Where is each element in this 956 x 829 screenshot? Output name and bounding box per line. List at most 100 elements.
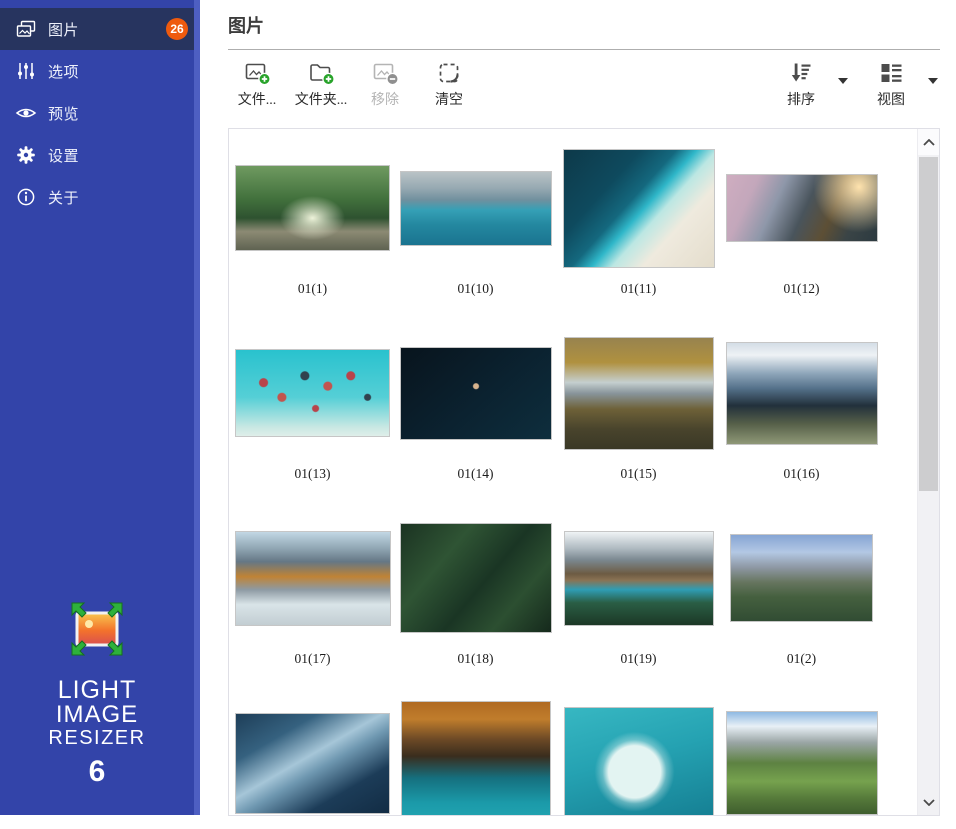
thumbnail-image[interactable] xyxy=(400,523,552,633)
thumbnail-image[interactable] xyxy=(400,171,552,246)
gallery-item[interactable]: 01(11) xyxy=(557,144,720,329)
thumbnail-image[interactable] xyxy=(730,534,873,622)
remove-button: 移除 xyxy=(356,59,414,109)
thumbnail-caption: 01(12) xyxy=(784,281,820,297)
scrollbar-thumb[interactable] xyxy=(919,157,938,491)
sidebar-nav: 图片 26 选项预览设置关于 xyxy=(0,0,200,218)
app-logo: LIGHT IMAGE RESIZER 6 xyxy=(0,600,194,789)
thumbnail-area xyxy=(394,144,557,272)
thumbnail-image[interactable] xyxy=(726,711,878,815)
thumbnail-image[interactable] xyxy=(563,149,715,268)
thumbnail-caption: 01(18) xyxy=(458,651,494,667)
gallery-item[interactable] xyxy=(394,699,557,816)
thumbnail-area xyxy=(557,514,720,642)
thumbnail-area xyxy=(394,329,557,457)
gallery-item[interactable]: 01(1) xyxy=(231,144,394,329)
scrollbar[interactable] xyxy=(917,129,939,815)
toolbar: 文件... 文件夹... 移除 清空 排序视图 xyxy=(228,59,940,111)
thumbnail-caption: 01(1) xyxy=(298,281,327,297)
gallery-item[interactable]: 01(2) xyxy=(720,514,883,699)
sidebar-item-options[interactable]: 选项 xyxy=(0,50,200,92)
thumbnail-area xyxy=(394,514,557,642)
add-folder-button[interactable]: 文件夹... xyxy=(292,59,350,109)
thumbnail-area xyxy=(720,144,883,272)
gallery-item[interactable]: 01(15) xyxy=(557,329,720,514)
scroll-up-button[interactable] xyxy=(918,129,939,155)
add-files-button[interactable]: 文件... xyxy=(228,59,286,109)
thumbnail-caption: 01(16) xyxy=(784,466,820,482)
thumbnail-area xyxy=(557,144,720,272)
gallery-item[interactable] xyxy=(720,699,883,816)
logo-text-light: LIGHT xyxy=(0,677,194,703)
gallery-item[interactable]: 01(12) xyxy=(720,144,883,329)
gallery-item[interactable]: 01(14) xyxy=(394,329,557,514)
gallery-item[interactable]: 01(13) xyxy=(231,329,394,514)
sort-icon xyxy=(788,59,814,87)
sort-dropdown-caret[interactable] xyxy=(838,71,848,89)
gallery-grid: 01(1) 01(10) 01(11) 01(12) 01(13) 01(14) 01(15… xyxy=(229,129,913,816)
thumbnail-area xyxy=(720,329,883,457)
thumbnail-caption: 01(11) xyxy=(621,281,657,297)
thumbnail-area xyxy=(720,699,883,816)
thumbnail-image[interactable] xyxy=(564,707,714,816)
sidebar-item-about[interactable]: 关于 xyxy=(0,176,200,218)
sidebar-item-label: 预览 xyxy=(48,103,79,124)
thumbnail-image[interactable] xyxy=(235,349,390,437)
thumbnail-image[interactable] xyxy=(564,531,714,626)
resizer-logo-icon xyxy=(65,600,129,663)
thumbnail-area xyxy=(231,514,394,642)
logo-text-resizer: RESIZER xyxy=(0,728,194,749)
image-count-badge: 26 xyxy=(166,18,188,40)
gear-icon xyxy=(14,144,38,166)
info-icon xyxy=(14,186,38,208)
logo-version: 6 xyxy=(0,755,194,789)
thumbnail-image[interactable] xyxy=(726,342,878,445)
sort-button[interactable]: 排序 xyxy=(772,59,830,109)
add-folder-button-label: 文件夹... xyxy=(295,89,348,109)
gallery-item[interactable] xyxy=(557,699,720,816)
sidebar: 图片 26 选项预览设置关于 xyxy=(0,0,200,815)
thumbnail-image[interactable] xyxy=(400,347,552,440)
add-folder-icon xyxy=(308,59,335,87)
clear-icon xyxy=(436,59,462,87)
gallery-item[interactable]: 01(19) xyxy=(557,514,720,699)
remove-button-label: 移除 xyxy=(371,89,399,109)
thumbnail-caption: 01(17) xyxy=(295,651,331,667)
add-file-icon xyxy=(244,59,271,87)
sidebar-item-settings[interactable]: 设置 xyxy=(0,134,200,176)
logo-text-image: IMAGE xyxy=(0,703,194,728)
thumbnail-image[interactable] xyxy=(726,174,878,242)
thumbnail-area xyxy=(231,329,394,457)
sidebar-item-label: 选项 xyxy=(48,61,79,82)
sidebar-item-label: 图片 xyxy=(48,19,79,40)
scroll-down-button[interactable] xyxy=(918,789,939,815)
gallery-item[interactable]: 01(18) xyxy=(394,514,557,699)
view-dropdown-caret[interactable] xyxy=(928,71,938,89)
thumbnail-image[interactable] xyxy=(401,701,551,817)
thumbnail-area xyxy=(720,514,883,642)
thumbnail-image[interactable] xyxy=(235,713,390,814)
view-button[interactable]: 视图 xyxy=(862,59,920,109)
sidebar-item-preview[interactable]: 预览 xyxy=(0,92,200,134)
gallery-item[interactable]: 01(16) xyxy=(720,329,883,514)
title-separator xyxy=(228,49,940,50)
sliders-icon xyxy=(14,60,38,82)
clear-button-label: 清空 xyxy=(435,89,463,109)
sidebar-item-pictures[interactable]: 图片 26 xyxy=(0,8,200,50)
thumbnail-caption: 01(15) xyxy=(621,466,657,482)
thumbnail-area xyxy=(394,699,557,816)
gallery-item[interactable] xyxy=(231,699,394,816)
add-files-button-label: 文件... xyxy=(238,89,277,109)
thumbnail-image[interactable] xyxy=(564,337,714,450)
sidebar-item-label: 关于 xyxy=(48,187,79,208)
thumbnail-image[interactable] xyxy=(235,531,391,626)
eye-icon xyxy=(14,102,38,124)
thumbnail-area xyxy=(557,329,720,457)
remove-image-icon xyxy=(372,59,399,87)
clear-button[interactable]: 清空 xyxy=(420,59,478,109)
thumbnail-image[interactable] xyxy=(235,165,390,251)
thumbnail-caption: 01(10) xyxy=(458,281,494,297)
thumbnail-caption: 01(14) xyxy=(458,466,494,482)
gallery-item[interactable]: 01(17) xyxy=(231,514,394,699)
gallery-item[interactable]: 01(10) xyxy=(394,144,557,329)
